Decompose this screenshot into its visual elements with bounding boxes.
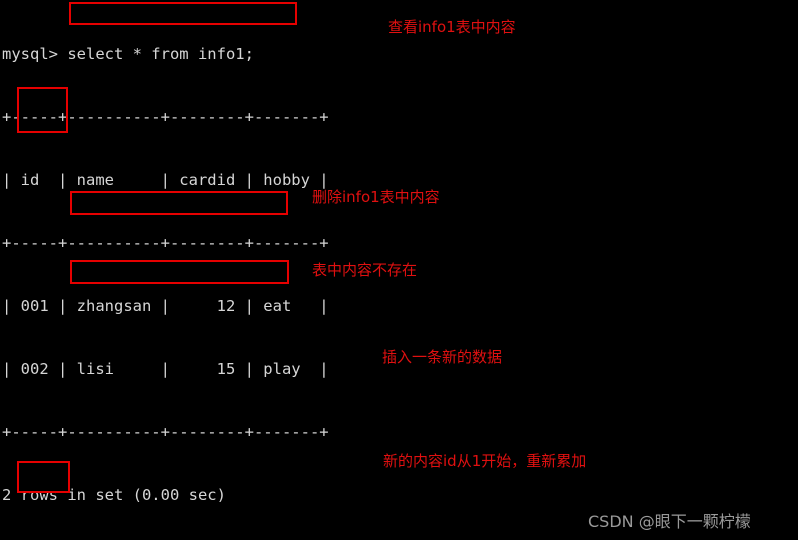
terminal-line: | 001 | zhangsan | 12 | eat |: [2, 297, 329, 315]
terminal-line: +-----+----------+--------+-------+: [2, 234, 329, 252]
terminal-screenshot: mysql> select * from info1; +-----+-----…: [0, 0, 798, 540]
watermark: CSDN @眼下一颗柠檬: [588, 512, 751, 531]
annotation-id-restarts-from-1: 新的内容id从1开始，重新累加: [383, 452, 587, 470]
annotation-view-table-content: 查看info1表中内容: [388, 18, 516, 36]
annotation-insert-new-data: 插入一条新的数据: [382, 348, 503, 366]
annotation-delete-table-content: 删除info1表中内容: [312, 188, 440, 206]
terminal-line: mysql> select * from info1;: [2, 45, 254, 63]
terminal-line: 2 rows in set (0.00 sec): [2, 486, 226, 504]
annotation-table-content-missing: 表中内容不存在: [312, 261, 418, 279]
terminal-line: +-----+----------+--------+-------+: [2, 108, 329, 126]
terminal-line: +-----+----------+--------+-------+: [2, 423, 329, 441]
